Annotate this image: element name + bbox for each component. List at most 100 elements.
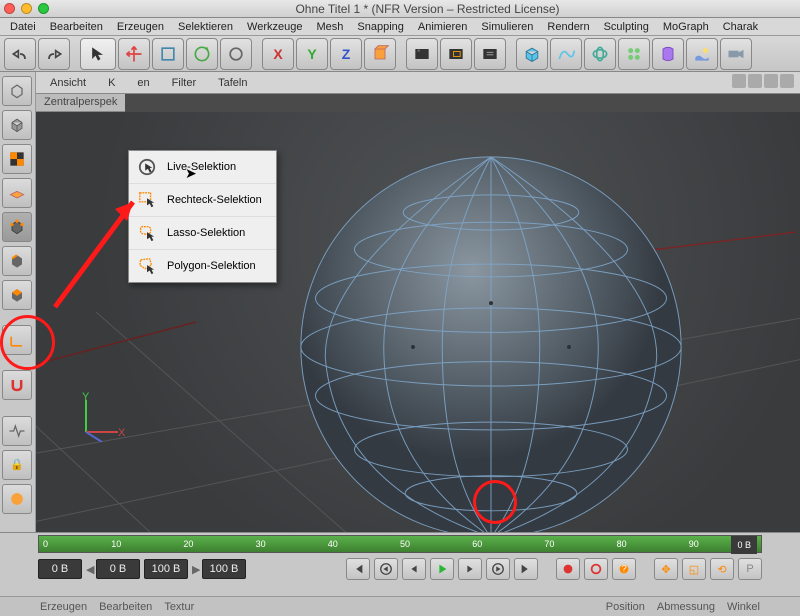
menu-charakter[interactable]: Charak (717, 19, 764, 35)
vtab-darstellen[interactable]: en (127, 74, 159, 92)
menu-datei[interactable]: Datei (4, 19, 42, 35)
popup-lasso-selection[interactable]: Lasso-Selektion (129, 217, 276, 250)
main-toolbar: X Y Z (0, 36, 800, 72)
menu-mograph[interactable]: MoGraph (657, 19, 715, 35)
snap-button[interactable] (2, 370, 32, 400)
maximize-icon[interactable] (780, 74, 794, 88)
move-tool-button[interactable] (118, 38, 150, 70)
scale-tool-button[interactable] (152, 38, 184, 70)
array-button[interactable] (618, 38, 650, 70)
menu-animieren[interactable]: Animieren (412, 19, 474, 35)
timeline-ruler[interactable]: 0 10 20 30 40 50 60 70 80 90 100 0 B (38, 535, 762, 553)
menu-selektieren[interactable]: Selektieren (172, 19, 239, 35)
viewport-area: 🔒 Ansicht K en Filter Tafeln (0, 72, 800, 532)
mode-toolbar: 🔒 (0, 72, 36, 532)
menu-erzeugen[interactable]: Erzeugen (111, 19, 170, 35)
record-button[interactable] (556, 558, 580, 580)
soft-select-button[interactable] (2, 416, 32, 446)
menu-rendern[interactable]: Rendern (541, 19, 595, 35)
key-pos-button[interactable]: ✥ (654, 558, 678, 580)
minimize-icon[interactable] (21, 3, 32, 14)
redo-button[interactable] (38, 38, 70, 70)
popup-label: Rechteck-Selektion (167, 194, 262, 206)
vtab-kameras[interactable]: K (98, 74, 125, 92)
frame-prev[interactable]: 0 B (96, 559, 140, 579)
popup-label: Live-Selektion (167, 161, 236, 173)
goto-start-button[interactable] (346, 558, 370, 580)
tick: 50 (400, 539, 410, 549)
axis-y-button[interactable]: Y (296, 38, 328, 70)
frame-start[interactable]: 0 B (38, 559, 82, 579)
titlebar: Ohne Titel 1 * (NFR Version – Restricted… (0, 0, 800, 18)
environment-button[interactable] (686, 38, 718, 70)
zoom-icon[interactable] (38, 3, 49, 14)
cube-primitive-button[interactable] (516, 38, 548, 70)
popup-poly-selection[interactable]: Polygon-Selektion (129, 250, 276, 282)
window-title: Ohne Titel 1 * (NFR Version – Restricted… (59, 2, 796, 16)
menu-bearbeiten[interactable]: Bearbeiten (44, 19, 109, 35)
rotate-tool-button[interactable] (186, 38, 218, 70)
pan-icon[interactable] (732, 74, 746, 88)
timeline-end-badge: 0 B (731, 536, 757, 554)
menu-snapping[interactable]: Snapping (351, 19, 410, 35)
frame-current[interactable]: 100 B (144, 559, 188, 579)
svg-text:?: ? (621, 564, 626, 575)
edges-mode-button[interactable] (2, 246, 32, 276)
axis-mode-button[interactable] (2, 325, 32, 355)
menu-sculpting[interactable]: Sculpting (598, 19, 655, 35)
tick: 60 (472, 539, 482, 549)
points-mode-button[interactable] (2, 212, 32, 242)
viewport[interactable]: Ansicht K en Filter Tafeln (36, 72, 800, 532)
render-settings-button[interactable] (474, 38, 506, 70)
polygons-mode-button[interactable] (2, 280, 32, 310)
texture-mode-button[interactable] (2, 144, 32, 174)
vtab-filter[interactable]: Filter (162, 74, 206, 92)
menu-werkzeuge[interactable]: Werkzeuge (241, 19, 308, 35)
key-param-button[interactable]: P (738, 558, 762, 580)
make-editable-button[interactable] (2, 76, 32, 106)
recent-tool-button[interactable] (220, 38, 252, 70)
deformer-button[interactable] (652, 38, 684, 70)
key-rot-button[interactable]: ⟲ (710, 558, 734, 580)
play-button[interactable] (430, 558, 454, 580)
orbit-icon[interactable] (764, 74, 778, 88)
frame-end[interactable]: 100 B (202, 559, 246, 579)
close-icon[interactable] (4, 3, 15, 14)
popup-rect-selection[interactable]: Rechteck-Selektion (129, 184, 276, 217)
axis-z-button[interactable]: Z (330, 38, 362, 70)
render-region-button[interactable] (440, 38, 472, 70)
vtab-ansicht[interactable]: Ansicht (40, 74, 96, 92)
dolly-icon[interactable] (748, 74, 762, 88)
model-mode-button[interactable] (2, 110, 32, 140)
menu-simulieren[interactable]: Simulieren (475, 19, 539, 35)
popup-live-selection[interactable]: Live-Selektion (129, 151, 276, 184)
autokey-button[interactable] (584, 558, 608, 580)
selection-tool-button[interactable] (80, 38, 116, 70)
status-textur: Textur (164, 601, 194, 613)
popup-label: Polygon-Selektion (167, 260, 256, 272)
workplane-button[interactable] (2, 178, 32, 208)
tick: 0 (43, 539, 48, 549)
lock-button[interactable]: 🔒 (2, 450, 32, 480)
vtab-tafeln[interactable]: Tafeln (208, 74, 257, 92)
tick: 40 (328, 539, 338, 549)
camera-button[interactable] (720, 38, 752, 70)
goto-end-button[interactable] (514, 558, 538, 580)
menu-mesh[interactable]: Mesh (310, 19, 349, 35)
nurbs-button[interactable] (584, 38, 616, 70)
tick: 10 (111, 539, 121, 549)
spline-button[interactable] (550, 38, 582, 70)
coord-system-button[interactable] (364, 38, 396, 70)
keyselect-button[interactable]: ? (612, 558, 636, 580)
sphere-object[interactable] (296, 152, 686, 532)
next-frame-button[interactable] (458, 558, 482, 580)
next-key-button[interactable] (486, 558, 510, 580)
axis-x-button[interactable]: X (262, 38, 294, 70)
prev-key-button[interactable] (374, 558, 398, 580)
prev-frame-button[interactable] (402, 558, 426, 580)
tweak-button[interactable] (2, 484, 32, 514)
undo-button[interactable] (4, 38, 36, 70)
key-scale-button[interactable]: ◱ (682, 558, 706, 580)
status-winkel: Winkel (727, 601, 760, 613)
render-button[interactable] (406, 38, 438, 70)
